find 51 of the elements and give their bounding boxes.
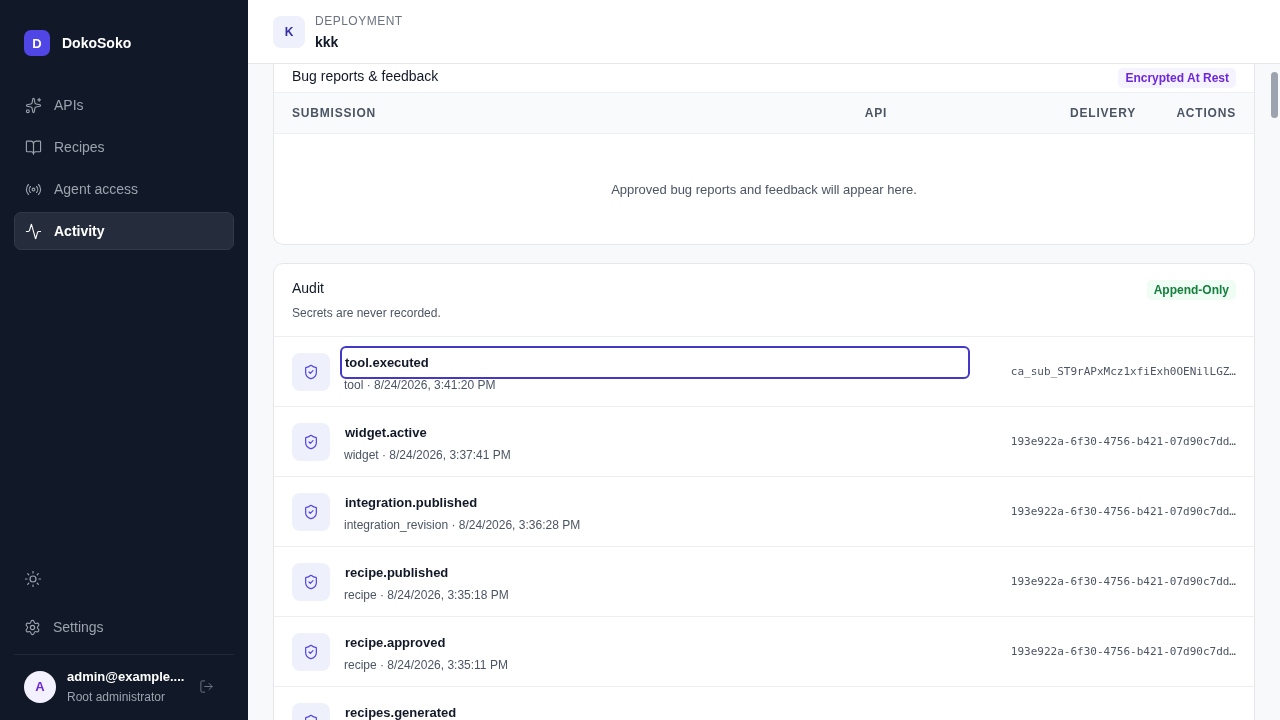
brand-name: DokoSoko (62, 35, 132, 51)
event-meta: integration_revision · 8/24/2026, 3:36:28 PM (344, 518, 582, 532)
event-id: 193e922a-6f30-4756-b421-07d90c7dd… (1009, 435, 1236, 448)
event-name[interactable]: recipe.approved (340, 626, 978, 659)
deployment-name: kkk (315, 33, 340, 50)
shield-check-icon (292, 352, 330, 391)
pulse-icon (25, 222, 42, 240)
deployment-label: DEPLOYMENT (315, 13, 403, 28)
card-title: Audit (292, 280, 325, 296)
column-header: SUBMISSION (292, 106, 377, 120)
nav-item[interactable]: Activity (14, 212, 234, 250)
card-title: Bug reports & feedback (292, 68, 439, 84)
status-badge: Encrypted At Rest (1118, 68, 1236, 88)
user-role: Root administrator (67, 690, 167, 704)
column-header: API (863, 106, 889, 120)
shield-check-icon (292, 632, 330, 671)
event-name[interactable]: integration.published (340, 486, 978, 519)
event-name[interactable]: tool.executed (340, 346, 970, 379)
brand-logo: D (24, 30, 50, 56)
event-id: 193e922a-6f30-4756-b421-07d90c7dd… (1009, 505, 1236, 518)
user-avatar: A (24, 670, 56, 703)
event-name[interactable]: recipe.published (340, 556, 978, 589)
settings-link[interactable]: Settings (14, 608, 234, 646)
column-header: ACTIONS (1175, 106, 1236, 120)
shield-check-icon (292, 492, 330, 531)
event-meta: recipe · 8/24/2026, 3:35:18 PM (344, 588, 510, 602)
event-name[interactable]: recipes.generated (340, 696, 1240, 720)
sun-icon[interactable] (24, 570, 42, 588)
column-header: DELIVERY (1069, 106, 1136, 120)
deployment-avatar: K (273, 15, 305, 48)
book-icon (25, 138, 42, 156)
nav-item[interactable]: Agent access (14, 170, 234, 208)
user-email: admin@example.... (67, 669, 186, 684)
scrollbar-thumb[interactable] (1271, 72, 1278, 118)
event-meta: recipe · 8/24/2026, 3:35:11 PM (344, 658, 509, 672)
sparkles-icon (25, 96, 42, 114)
status-badge: Append-Only (1146, 280, 1236, 300)
event-id: ca_sub_ST9rAPxMcz1xfiExh0OENilLGZ… (1009, 365, 1236, 378)
settings-icon (24, 618, 41, 636)
event-name[interactable]: widget.active (340, 416, 978, 449)
nav-item[interactable]: APIs (14, 86, 234, 124)
event-id: 193e922a-6f30-4756-b421-07d90c7dd… (1009, 575, 1236, 588)
card-subtitle: Secrets are never recorded. (292, 306, 441, 320)
event-meta: widget · 8/24/2026, 3:37:41 PM (344, 448, 512, 462)
shield-check-icon (292, 422, 330, 461)
empty-message: Approved bug reports and feedback will appear here. (611, 181, 917, 197)
shield-check-icon (292, 562, 330, 601)
logout-icon[interactable] (199, 679, 214, 694)
nav-item[interactable]: Recipes (14, 128, 234, 166)
event-id: 193e922a-6f30-4756-b421-07d90c7dd… (1009, 645, 1236, 658)
event-meta: tool · 8/24/2026, 3:41:20 PM (344, 378, 497, 392)
